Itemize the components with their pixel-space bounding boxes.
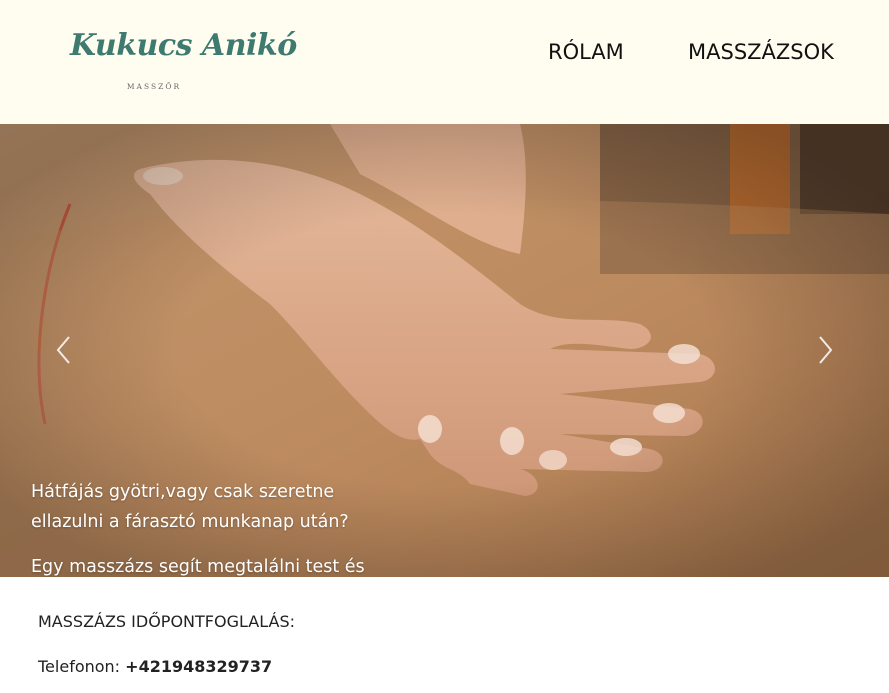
chevron-right-icon[interactable] [815,335,835,365]
hero-caption-line-1: Hátfájás gyötri,vagy csak szeretne ellaz… [31,482,349,532]
site-logo[interactable]: Kukucs Anikó MASSZŐR [70,28,297,98]
site-header: Kukucs Anikó MASSZŐR RÓLAM MASSZÁZSOK [0,0,889,124]
hero-slider: Hátfájás gyötri,vagy csak szeretne ellaz… [0,124,889,577]
logo-subtitle: MASSZŐR [126,82,182,91]
chevron-left-icon[interactable] [54,335,74,365]
hero-caption: Hátfájás gyötri,vagy csak szeretne ellaz… [31,477,391,577]
logo-script-text: Kukucs Anikó [70,28,297,63]
nav-item-masszazsok[interactable]: MASSZÁZSOK [688,40,834,66]
booking-title: MASSZÁZS IDŐPONTFOGLALÁS: [38,612,295,631]
nav-item-rolam[interactable]: RÓLAM [548,40,624,66]
phone-row: Telefonon: +421948329737 [38,657,272,676]
phone-label: Telefonon: [38,657,121,676]
hero-caption-line-2: Egy masszázs segít megtalálni test és lé… [31,557,365,577]
phone-number-link[interactable]: +421948329737 [125,657,272,676]
